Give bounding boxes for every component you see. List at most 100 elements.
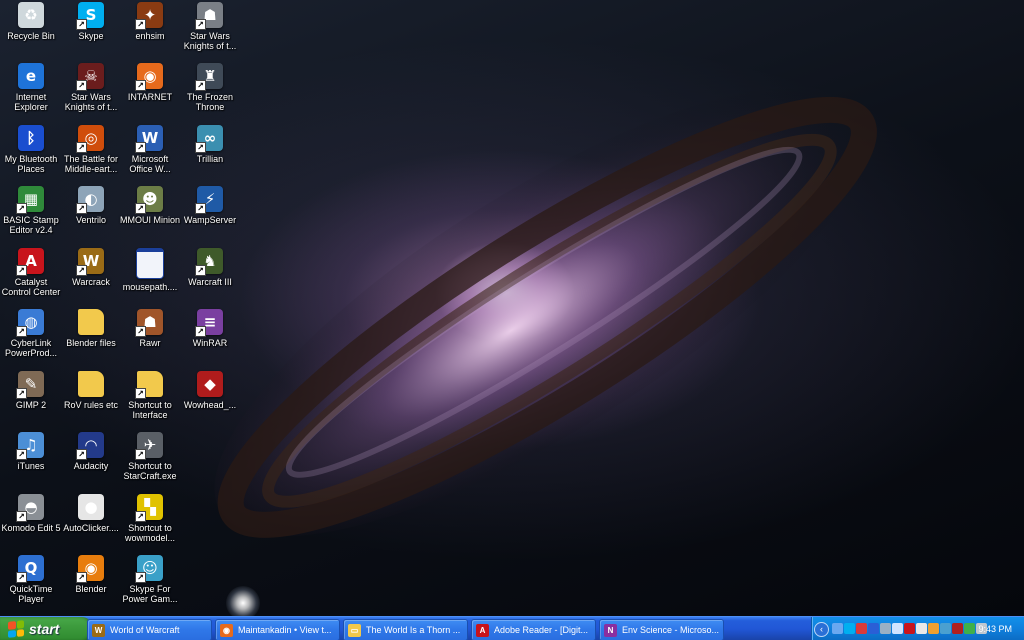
desktop-icon-label: Shortcut to wowmodel... [124, 523, 176, 543]
system-tray: ‹ 9:43 PM [811, 617, 1024, 640]
shortcut-arrow-icon: ↗ [195, 142, 206, 153]
folder-icon [78, 371, 104, 397]
start-button[interactable]: start [0, 617, 92, 640]
star-flare [226, 586, 260, 616]
desktop-icon[interactable]: ☻ ↗ MMOUI Minion [119, 186, 181, 246]
shortcut-arrow-icon: ↗ [135, 388, 146, 399]
shortcut-arrow-icon: ↗ [135, 511, 146, 522]
trillian-tray-icon[interactable] [940, 623, 951, 634]
warcraft-iii-icon: ♞ ↗ [195, 248, 223, 276]
desktop-icon-label: Recycle Bin [7, 31, 55, 41]
shortcut-arrow-icon: ↗ [76, 449, 87, 460]
clock[interactable]: 9:43 PM [978, 617, 1012, 640]
firefox-icon: ◉ [220, 623, 233, 637]
desktop-icon[interactable]: ♜ ↗ The Frozen Throne [179, 63, 241, 123]
desktop-icon[interactable]: S ↗ Skype [60, 2, 122, 62]
basic-stamp-icon: ▦ ↗ [16, 186, 44, 214]
desktop-icon-label: The Frozen Throne [186, 92, 234, 112]
desktop-icon[interactable]: ✦ ↗ enhsim [119, 2, 181, 62]
desktop-icon[interactable]: e Internet Explorer [0, 63, 62, 123]
desktop-icon[interactable]: mousepath.... [119, 248, 181, 308]
desktop-icon-label: Trillian [196, 154, 224, 164]
desktop-icon[interactable]: ◠ ↗ Audacity [60, 432, 122, 492]
desktop-icon-label: QuickTime Player [9, 584, 53, 604]
desktop-icon[interactable]: ♞ ↗ Warcraft III [179, 248, 241, 308]
desktop-icon-label: MMOUI Minion [119, 215, 180, 225]
desktop[interactable]: ♻ Recycle Bin S ↗ Skype ✦ ↗ enhsim ☗ ↗ Star Wars K… [0, 0, 1024, 616]
desktop-icon[interactable]: ☠ ↗ Star Wars Knights of t... [60, 63, 122, 123]
gimp-icon: ✎ ↗ [16, 371, 44, 399]
shortcut-arrow-icon: ↗ [195, 326, 206, 337]
desktop-icon[interactable]: W ↗ Microsoft Office W... [119, 125, 181, 185]
desktop-icon[interactable]: A ↗ Catalyst Control Center [0, 248, 62, 308]
taskbar-button[interactable]: W World of Warcraft [87, 619, 212, 640]
shortcut-arrow-icon: ↗ [135, 203, 146, 214]
desktop-icon[interactable]: ♻ Recycle Bin [0, 2, 62, 62]
shortcut-arrow-icon: ↗ [195, 19, 206, 30]
desktop-icon[interactable]: ▚ ↗ Shortcut to wowmodel... [119, 494, 181, 554]
desktop-icon-label: Skype [78, 31, 104, 41]
skype-icon: S ↗ [76, 2, 104, 30]
antivirus-icon[interactable] [952, 623, 963, 634]
wowhead-icon: ◆ [197, 371, 223, 397]
adobe-reader-icon: A [476, 623, 489, 637]
winrar-icon: ≡ ↗ [195, 309, 223, 337]
desktop-icon[interactable]: ◎ ↗ The Battle for Middle-eart... [60, 125, 122, 185]
desktop-icon[interactable]: ≡ ↗ WinRAR [179, 309, 241, 369]
skype-power-gamer-icon: ☺ ↗ [135, 555, 163, 583]
ventrilo-tray-icon[interactable] [880, 623, 891, 634]
star-wars-sith-icon: ☠ ↗ [76, 63, 104, 91]
wifi-icon[interactable] [892, 623, 903, 634]
desktop-icon-label: Blender [75, 584, 107, 594]
desktop-icon[interactable]: ↗ Shortcut to Interface [119, 371, 181, 431]
ati-tray-icon[interactable] [904, 623, 915, 634]
komodo-icon: ◓ ↗ [16, 494, 44, 522]
shortcut-arrow-icon: ↗ [135, 19, 146, 30]
desktop-icon-label: AutoClicker.... [63, 523, 119, 533]
bluetooth-tray-icon[interactable] [868, 623, 879, 634]
desktop-icon[interactable]: Blender files [60, 309, 122, 369]
desktop-icon[interactable]: ∞ ↗ Trillian [179, 125, 241, 185]
desktop-icon[interactable]: ✈ ↗ Shortcut to StarCraft.exe [119, 432, 181, 492]
desktop-icon[interactable]: RoV rules etc [60, 371, 122, 431]
desktop-icon[interactable]: ◐ ↗ Ventrilo [60, 186, 122, 246]
desktop-icon[interactable]: ◓ ↗ Komodo Edit 5 [0, 494, 62, 554]
desktop-icon[interactable]: ☗ ↗ Star Wars Knights of t... [179, 2, 241, 62]
microsoft-word-icon: W ↗ [135, 125, 163, 153]
volume-icon[interactable] [916, 623, 927, 634]
taskbar-button[interactable]: ▭ The World Is a Thorn ... [343, 619, 468, 640]
skype-tray-icon[interactable] [844, 623, 855, 634]
shortcut-arrow-icon: ↗ [16, 388, 27, 399]
shield-icon[interactable] [856, 623, 867, 634]
star-wars-icon: ☗ ↗ [195, 2, 223, 30]
desktop-icon[interactable]: W ↗ Warcrack [60, 248, 122, 308]
show-hidden-icons-button[interactable]: ‹ [814, 622, 829, 637]
desktop-icon[interactable]: Q ↗ QuickTime Player [0, 555, 62, 615]
desktop-icon-label: Star Wars Knights of t... [183, 31, 237, 51]
shortcut-arrow-icon: ↗ [135, 142, 146, 153]
bluetooth-icon: ᛒ [18, 125, 44, 151]
desktop-icon[interactable]: ⚡ ↗ WampServer [179, 186, 241, 246]
cyberlink-icon: ◍ ↗ [16, 309, 44, 337]
taskbar-button[interactable]: ◉ Maintankadin • View t... [215, 619, 340, 640]
desktop-icon[interactable]: ☺ ↗ Skype For Power Gam... [119, 555, 181, 615]
desktop-icon[interactable]: ♫ ↗ iTunes [0, 432, 62, 492]
desktop-icon-label: CyberLink PowerProd... [4, 338, 58, 358]
taskbar-button[interactable]: A Adobe Reader - [Digit... [471, 619, 596, 640]
desktop-icon[interactable]: ✎ ↗ GIMP 2 [0, 371, 62, 431]
desktop-icon[interactable]: ● AutoClicker.... [60, 494, 122, 554]
taskbar-button[interactable]: N Env Science - Microso... [599, 619, 724, 640]
desktop-icon[interactable]: ▦ ↗ BASIC Stamp Editor v2.4 [0, 186, 62, 246]
network-icon[interactable] [832, 623, 843, 634]
desktop-icon-label: Microsoft Office W... [129, 154, 171, 174]
wamp-tray-icon[interactable] [928, 623, 939, 634]
desktop-icon[interactable]: ☗ ↗ Rawr [119, 309, 181, 369]
desktop-icon[interactable]: ◉ ↗ Blender [60, 555, 122, 615]
messenger-icon[interactable] [964, 623, 975, 634]
galaxy-wallpaper [180, 40, 940, 560]
desktop-icon[interactable]: ᛒ My Bluetooth Places [0, 125, 62, 185]
desktop-icon[interactable]: ◍ ↗ CyberLink PowerProd... [0, 309, 62, 369]
desktop-icon[interactable]: ◉ ↗ INTARNET [119, 63, 181, 123]
starcraft-icon: ✈ ↗ [135, 432, 163, 460]
desktop-icon[interactable]: ◆ Wowhead_... [179, 371, 241, 431]
